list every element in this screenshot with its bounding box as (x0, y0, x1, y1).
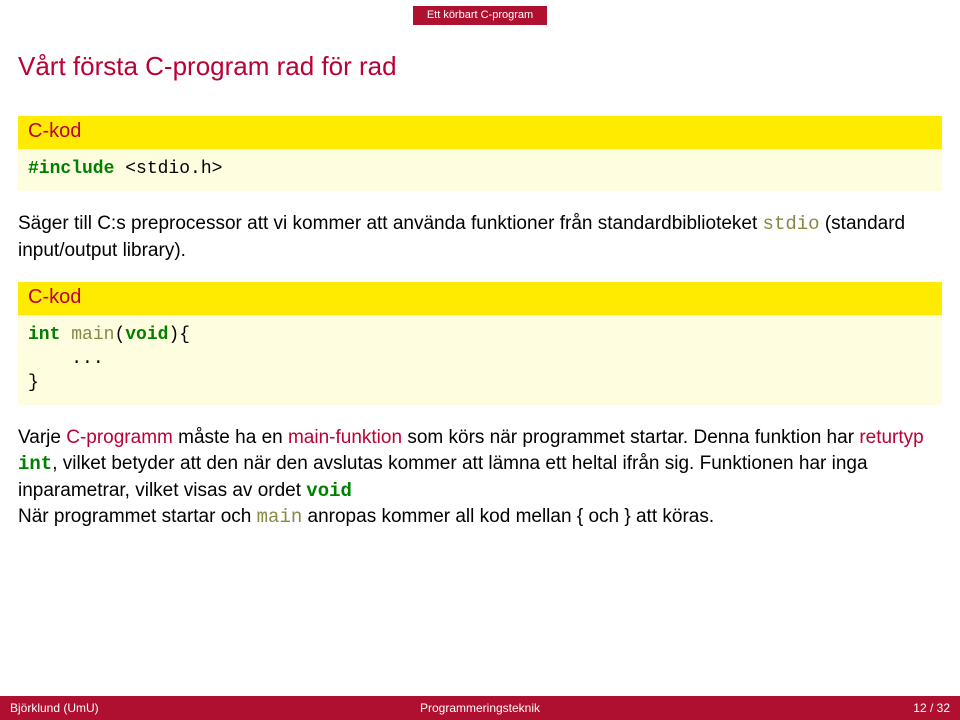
code-keyword-include: #include (28, 159, 125, 179)
code-keyword-void: void (125, 325, 168, 345)
code-space (60, 325, 71, 345)
inline-kw-void: void (306, 480, 352, 502)
breadcrumb: Ett körbart C-program (413, 6, 547, 25)
paragraph-2: Varje C-programm måste ha en main-funkti… (18, 425, 942, 531)
footer-course: Programmeringsteknik (323, 701, 636, 715)
text: anropas kommer all kod mellan { och } at… (302, 506, 714, 527)
text: , vilket betyder att den när den avsluta… (18, 453, 868, 501)
text: Säger till C:s preprocessor att vi komme… (18, 213, 763, 234)
inline-code-main: main (257, 506, 303, 528)
code-dots: ... (71, 349, 103, 369)
slide-root: Ett körbart C-program Vårt första C-prog… (0, 0, 960, 720)
highlight-mainfn: main-funktion (288, 427, 402, 448)
code-rbrace: } (28, 373, 39, 393)
inline-kw-int: int (18, 453, 52, 475)
top-breadcrumb-bar: Ett körbart C-program (18, 0, 942, 25)
page-title: Vårt första C-program rad för rad (18, 51, 942, 82)
code-block-2-head: C-kod (18, 282, 942, 315)
code-punct: ( (114, 325, 125, 345)
code-punct: ){ (168, 325, 190, 345)
paragraph-1: Säger till C:s preprocessor att vi komme… (18, 211, 942, 263)
text: som körs när programmet startar. Denna f… (402, 427, 859, 448)
code-fn-main: main (71, 325, 114, 345)
code-indent (28, 349, 71, 369)
code-block-1: C-kod #include <stdio.h> (18, 116, 942, 191)
highlight-cprogram: C-programm (66, 427, 173, 448)
footer-author: Björklund (UmU) (10, 701, 323, 715)
inline-code-stdio: stdio (763, 213, 820, 235)
highlight-returtyp: returtyp (859, 427, 923, 448)
text: När programmet startar och (18, 506, 257, 527)
code-block-1-head: C-kod (18, 116, 942, 149)
text: Varje (18, 427, 66, 448)
code-keyword-int: int (28, 325, 60, 345)
code-block-2: C-kod int main(void){ ... } (18, 282, 942, 406)
code-block-1-body: #include <stdio.h> (18, 149, 942, 191)
code-text: <stdio.h> (125, 159, 222, 179)
slide-footer: Björklund (UmU) Programmeringsteknik 12 … (0, 696, 960, 720)
text: måste ha en (173, 427, 288, 448)
footer-page: 12 / 32 (637, 701, 950, 715)
code-block-2-body: int main(void){ ... } (18, 315, 942, 406)
